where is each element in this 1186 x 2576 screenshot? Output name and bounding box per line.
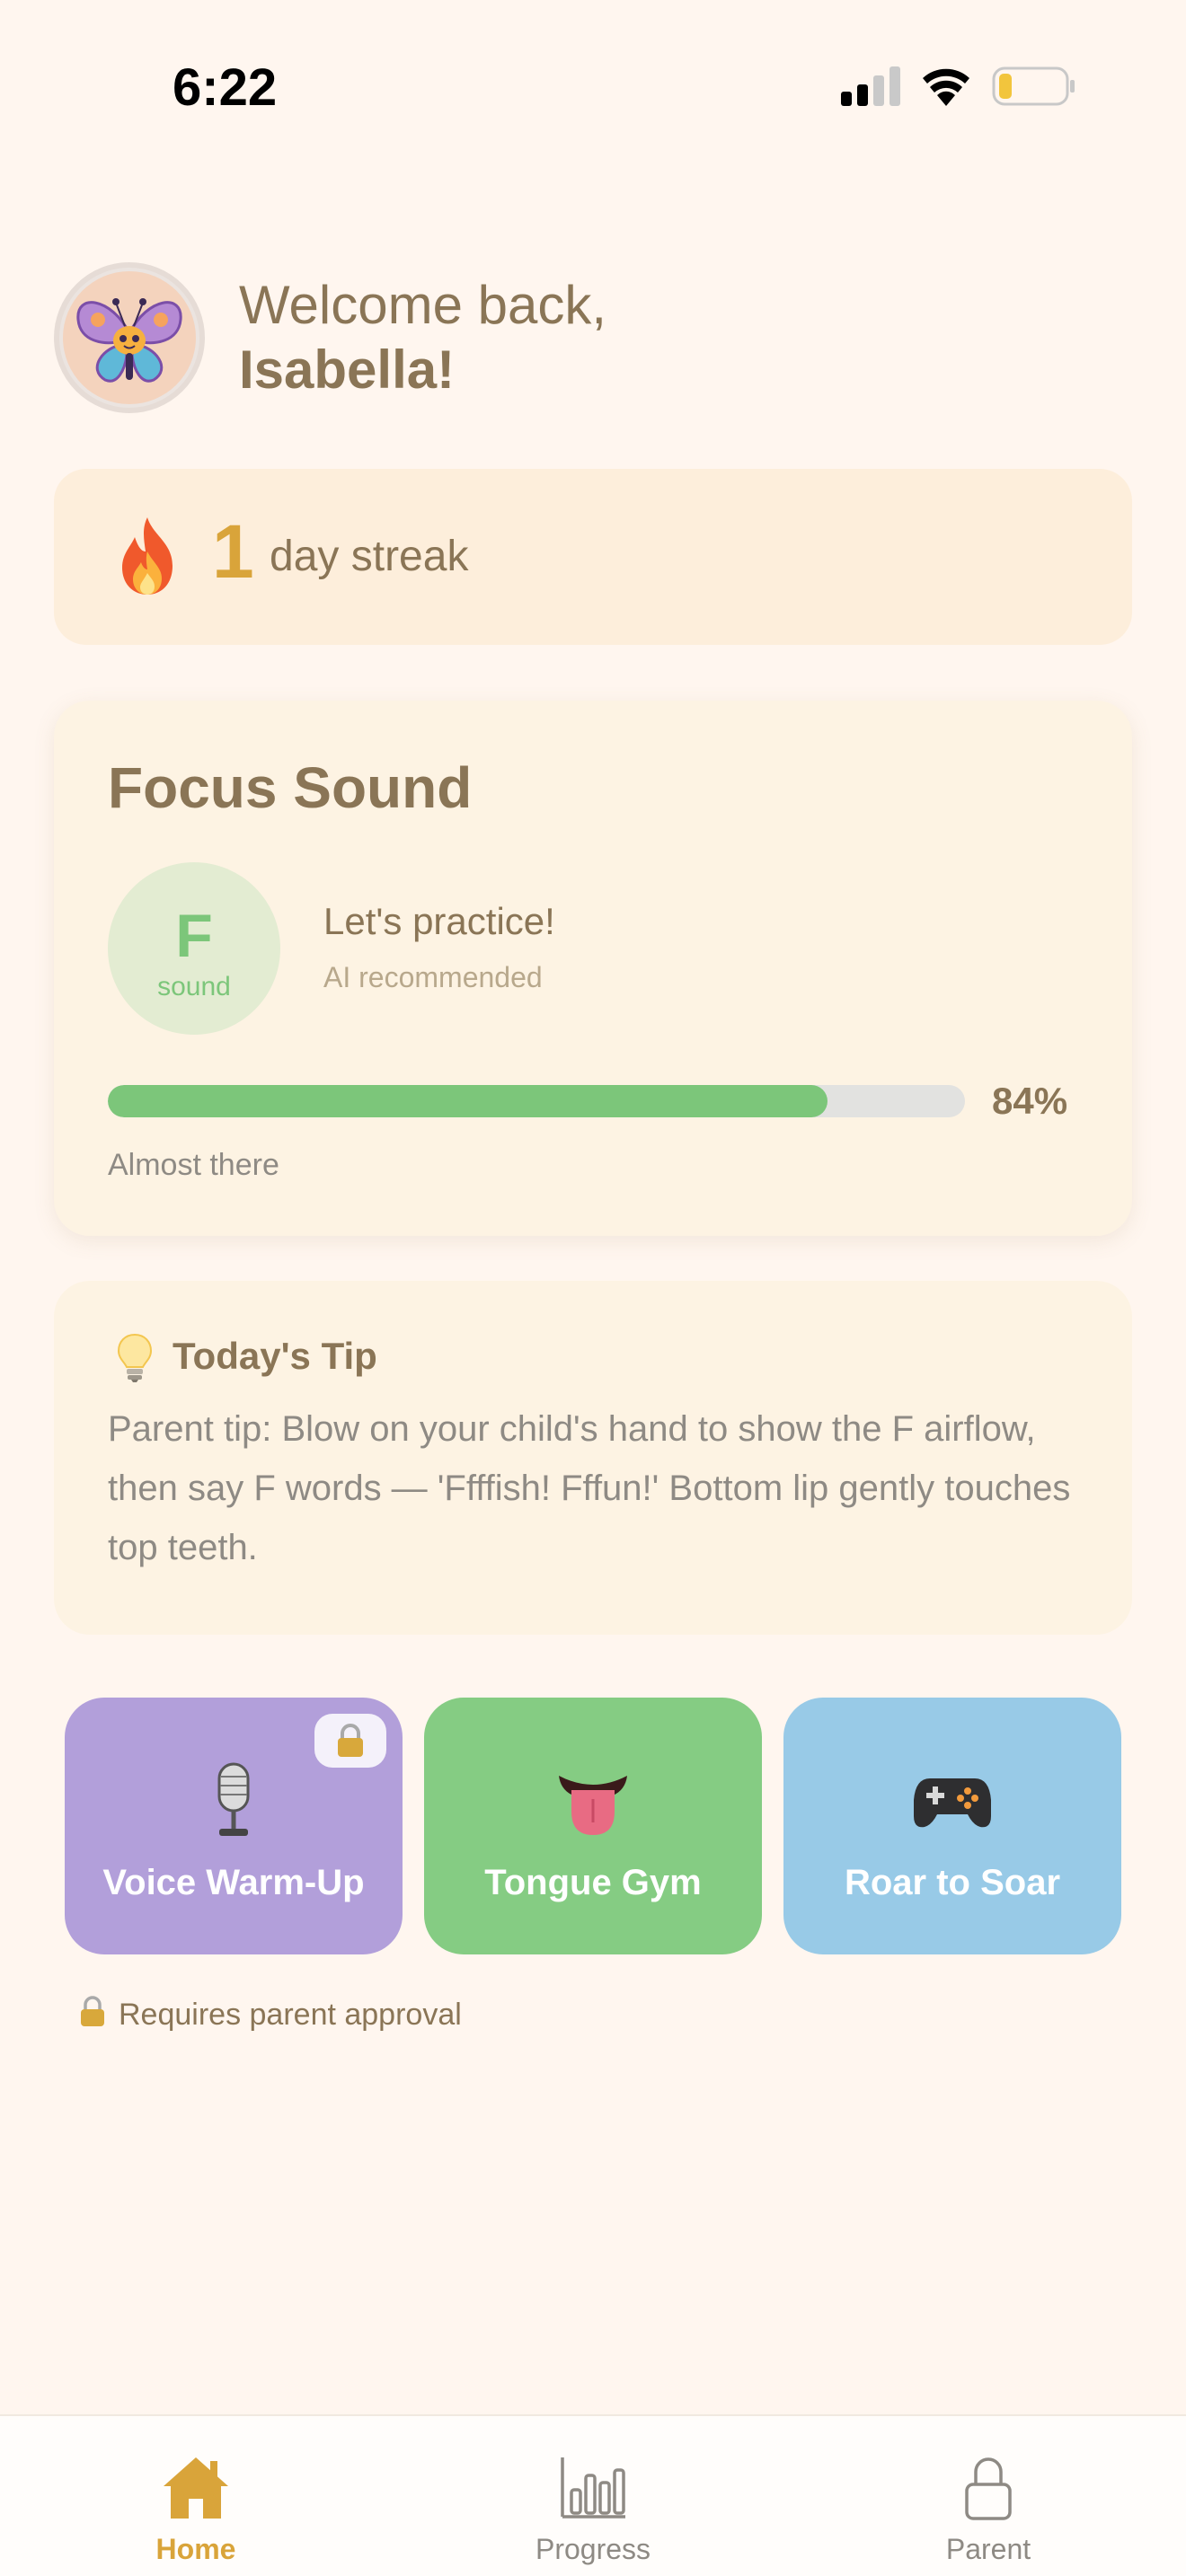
avatar[interactable] — [54, 262, 205, 413]
tab-label: Parent — [945, 2533, 1031, 2565]
home-screen: 6:22 Welcome back, Isabella! 1 day strea… — [0, 0, 1186, 2576]
progress-bar — [108, 1085, 965, 1117]
lock-icon — [338, 1724, 363, 1757]
activity-tile-tongue-gym[interactable]: Tongue Gym — [424, 1698, 762, 1954]
flame-icon — [122, 517, 173, 595]
approval-text: Requires parent approval — [119, 1998, 462, 2032]
focus-title: Focus Sound — [108, 755, 473, 820]
progress-caption: Almost there — [108, 1148, 279, 1182]
streak-label: day streak — [270, 533, 469, 580]
game-controller-icon — [783, 1760, 1121, 1841]
tile-label: Roar to Soar — [844, 1863, 1061, 1902]
user-name: Isabella! — [239, 340, 456, 400]
tab-parent[interactable]: Parent — [854, 2416, 1123, 2576]
progress-percent: 84% — [992, 1080, 1068, 1122]
tip-title: Today's Tip — [173, 1335, 377, 1377]
activity-tile-voice-warm-up[interactable]: Voice Warm-Up — [65, 1698, 403, 1954]
lock-badge — [314, 1714, 386, 1768]
practice-prompt: Let's practice! — [323, 900, 555, 942]
recommendation-source: AI recommended — [323, 961, 543, 993]
tongue-icon — [424, 1760, 762, 1841]
lightbulb-icon — [117, 1333, 153, 1382]
tab-home[interactable]: Home — [61, 2416, 331, 2576]
battery-icon — [992, 66, 1075, 106]
activity-tile-roar-to-soar[interactable]: Roar to Soar — [783, 1698, 1121, 1954]
lock-icon — [81, 1996, 104, 2026]
wifi-icon — [923, 68, 969, 106]
tile-label: Tongue Gym — [484, 1863, 702, 1902]
tip-body: Parent tip: Blow on your child's hand to… — [108, 1409, 1071, 1567]
cellular-signal-icon — [841, 66, 900, 106]
streak-count: 1 — [212, 509, 254, 594]
tip-card: Today's Tip Parent tip: Blow on your chi… — [54, 1281, 1132, 1635]
status-time: 6:22 — [173, 58, 278, 117]
sound-letter: F — [175, 902, 213, 970]
streak-card: 1 day streak — [54, 469, 1132, 645]
tile-label: Voice Warm-Up — [102, 1863, 365, 1902]
home-icon — [164, 2457, 228, 2519]
status-bar: 6:22 — [0, 0, 1186, 171]
tab-label: Progress — [535, 2533, 651, 2565]
tab-label: Home — [155, 2533, 236, 2565]
sound-caption: sound — [157, 972, 231, 1001]
butterfly-mascot-icon — [63, 271, 196, 404]
parent-approval-note: Requires parent approval — [79, 1996, 462, 2033]
tab-bar: Home Progress Parent — [0, 2414, 1186, 2576]
bar-chart-icon — [561, 2457, 625, 2519]
focus-sound-card[interactable]: Focus Sound F sound Let's practice! AI r… — [54, 701, 1132, 1236]
sound-badge: F sound — [108, 862, 280, 1035]
tab-progress[interactable]: Progress — [458, 2416, 728, 2576]
progress-fill — [108, 1085, 828, 1117]
lock-icon — [965, 2457, 1012, 2520]
microphone-icon — [65, 1760, 403, 1841]
greeting-text: Welcome back, — [239, 275, 607, 335]
